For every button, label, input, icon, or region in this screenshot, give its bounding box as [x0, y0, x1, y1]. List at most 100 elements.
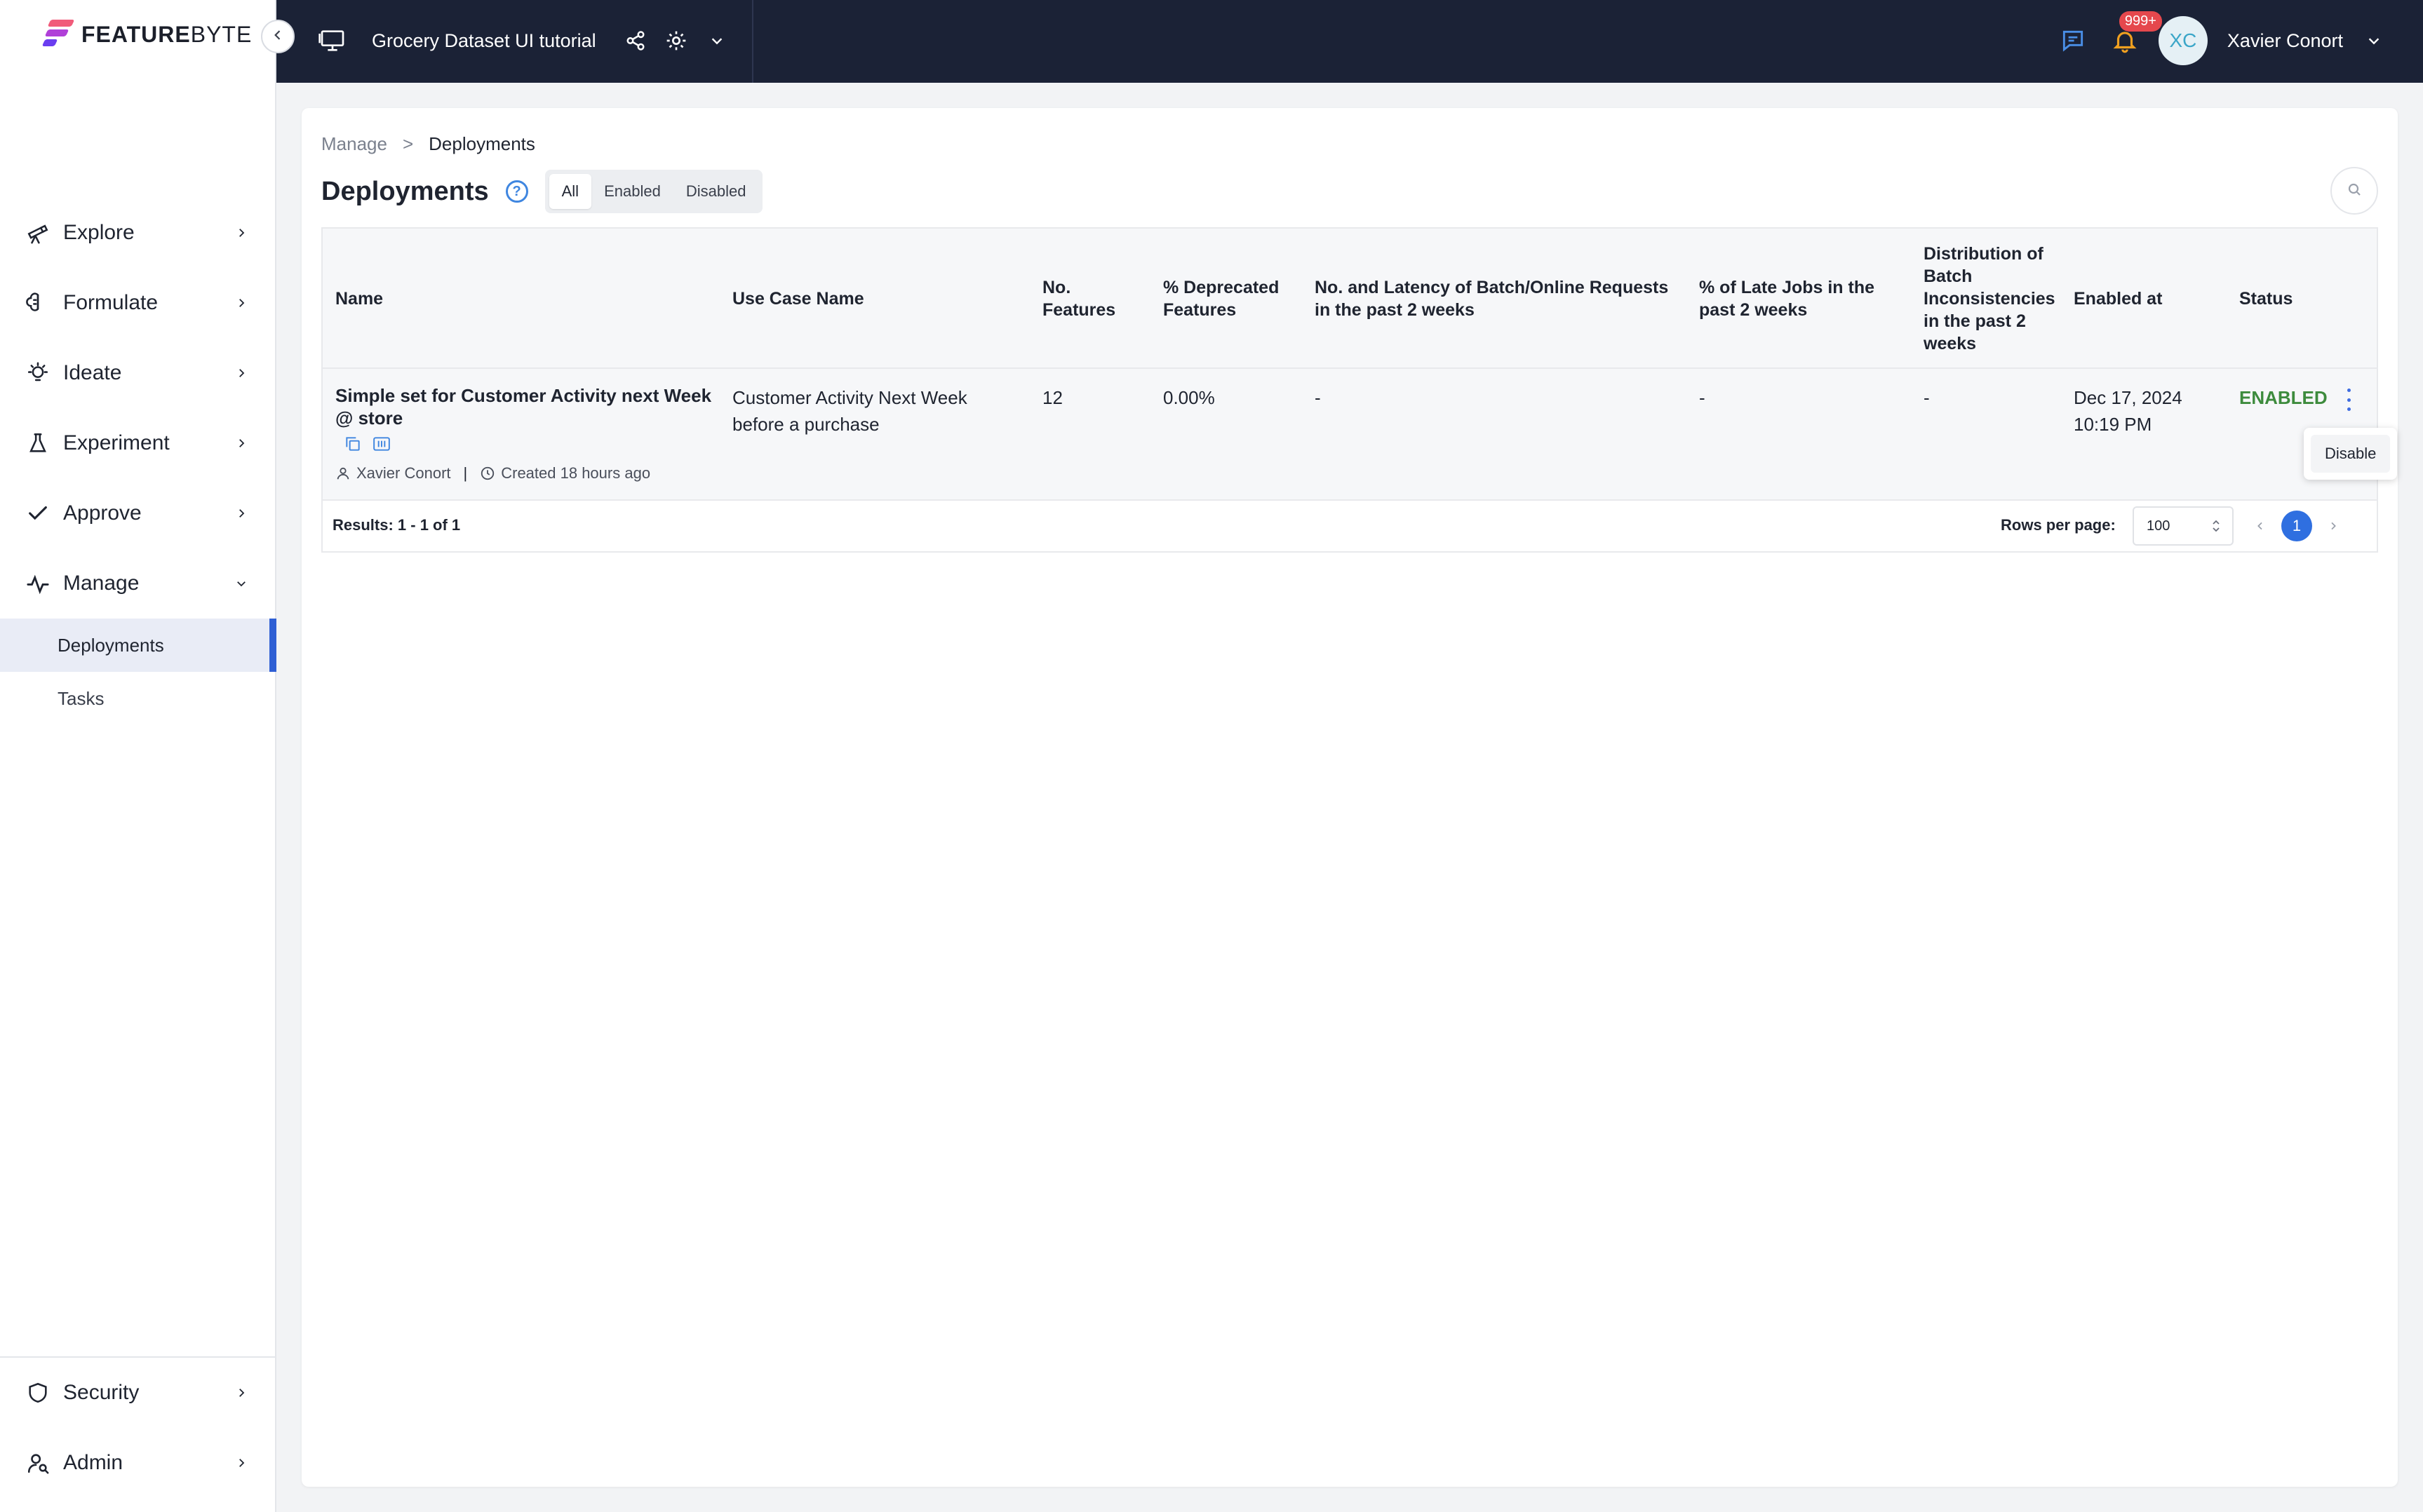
filter-disabled[interactable]: Disabled	[673, 174, 759, 209]
table-row[interactable]: Simple set for Customer Activity next We…	[323, 369, 2398, 499]
sidebar-item-label: Approve	[63, 501, 142, 525]
column-header-name[interactable]: Name	[335, 229, 700, 369]
gear-icon[interactable]	[662, 27, 690, 55]
chevron-right-icon	[233, 365, 250, 382]
owner-icon	[335, 466, 351, 481]
row-actions	[344, 435, 391, 457]
deployments-table: Name Use Case Name No. Features % Deprec…	[321, 227, 2398, 553]
sidebar-item-label: Explore	[63, 221, 135, 244]
sidebar-subitem-tasks[interactable]: Tasks	[0, 672, 276, 725]
lightbulb-icon	[25, 360, 51, 386]
user-name[interactable]: Xavier Conort	[2227, 30, 2343, 52]
chevron-right-icon	[233, 1454, 250, 1471]
sidebar-item-approve[interactable]: Approve	[0, 478, 276, 548]
search-icon	[2346, 181, 2363, 201]
sidebar-item-experiment[interactable]: Experiment	[0, 408, 276, 478]
enabled-time: 10:19 PM	[2074, 414, 2152, 435]
feature-list-icon[interactable]	[372, 435, 391, 457]
copy-icon[interactable]	[344, 435, 362, 457]
status-badge: ENABLED	[2239, 387, 2328, 408]
sidebar-item-explore[interactable]: Explore	[0, 198, 276, 268]
sidebar-item-formulate[interactable]: Formulate	[0, 268, 276, 338]
chevron-down-icon	[233, 575, 250, 592]
shield-icon	[25, 1380, 51, 1405]
featurebyte-logo[interactable]: FEATUREBYTE	[39, 17, 252, 52]
chat-icon[interactable]	[2059, 27, 2087, 55]
sidebar-item-label: Admin	[63, 1451, 123, 1474]
featurebyte-logo-mark	[39, 17, 76, 52]
breadcrumb-manage[interactable]: Manage	[321, 133, 387, 155]
chevron-right-icon	[233, 295, 250, 311]
breadcrumb-separator: >	[402, 133, 414, 154]
enabled-date: Dec 17, 2024	[2074, 387, 2182, 408]
sidebar-item-admin[interactable]: Admin	[0, 1428, 276, 1498]
column-header-use-case[interactable]: Use Case Name	[732, 229, 1013, 369]
chevron-down-icon[interactable]	[2360, 27, 2388, 55]
requests-value: -	[1315, 387, 1321, 408]
help-icon[interactable]: ?	[505, 180, 528, 203]
next-page-icon[interactable]	[2328, 520, 2339, 532]
sidebar-item-security[interactable]: Security	[0, 1358, 276, 1428]
rows-per-page-value: 100	[2147, 518, 2170, 534]
sidebar: FEATUREBYTE Explore Formulate Ideate Exp…	[0, 0, 276, 1512]
topbar-divider	[752, 0, 753, 83]
brain-icon	[25, 290, 51, 316]
table-footer: Results: 1 - 1 of 1 Rows per page: 100 1	[323, 499, 2377, 551]
chevron-right-icon	[233, 1384, 250, 1401]
chevron-right-icon	[233, 224, 250, 241]
column-header-status[interactable]: Status	[2239, 229, 2365, 369]
top-bar: Grocery Dataset UI tutorial 999+ XC Xavi…	[276, 0, 2423, 83]
column-header-inconsistencies[interactable]: Distribution of Batch Inconsistencies in…	[1924, 229, 2071, 369]
avatar[interactable]: XC	[2158, 16, 2208, 65]
row-menu: Disable	[2304, 428, 2398, 480]
user-search-icon	[25, 1450, 51, 1476]
table-header: Name Use Case Name No. Features % Deprec…	[323, 229, 2377, 369]
sidebar-item-ideate[interactable]: Ideate	[0, 338, 276, 408]
filter-all[interactable]: All	[549, 174, 592, 209]
notifications-button[interactable]: 999+	[2111, 11, 2162, 55]
check-icon	[25, 501, 51, 526]
sort-arrows-icon	[2211, 518, 2221, 534]
rows-per-page-select[interactable]: 100	[2133, 506, 2234, 546]
column-header-requests[interactable]: No. and Latency of Batch/Online Requests…	[1315, 229, 1686, 369]
notification-badge: 999+	[2119, 11, 2162, 32]
deployment-name[interactable]: Simple set for Customer Activity next We…	[335, 384, 714, 429]
page-number[interactable]: 1	[2281, 511, 2312, 541]
late-jobs-value: -	[1699, 387, 1705, 408]
main-nav: Explore Formulate Ideate Experiment Appr…	[0, 198, 276, 725]
inconsistencies-value: -	[1924, 387, 1930, 408]
sidebar-item-label: Manage	[63, 572, 140, 595]
meta-divider: |	[463, 464, 468, 482]
disable-menu-item[interactable]: Disable	[2311, 435, 2391, 473]
prev-page-icon[interactable]	[2255, 520, 2266, 532]
sidebar-item-manage[interactable]: Manage	[0, 548, 276, 619]
use-case-name[interactable]: Customer Activity Next Week before a pur…	[732, 384, 1013, 438]
sidebar-item-label: Formulate	[63, 291, 159, 314]
rows-per-page-label: Rows per page:	[2001, 516, 2116, 534]
chevron-left-icon	[271, 28, 285, 46]
title-row: Deployments ? All Enabled Disabled	[321, 167, 763, 216]
user-area: 999+ XC Xavier Conort	[2059, 11, 2388, 67]
chevron-down-icon[interactable]	[703, 27, 731, 55]
row-meta: Xavier Conort | Created 18 hours ago	[335, 464, 650, 482]
share-icon[interactable]	[622, 27, 650, 55]
page-title: Deployments	[321, 176, 489, 206]
telescope-icon	[25, 220, 51, 245]
sidebar-item-label: Security	[63, 1381, 140, 1404]
column-header-num-features[interactable]: No. Features	[1042, 229, 1134, 369]
search-button[interactable]	[2330, 167, 2378, 215]
row-menu-icon[interactable]	[2342, 389, 2356, 411]
project-name[interactable]: Grocery Dataset UI tutorial	[372, 30, 596, 52]
bottom-nav: Security Admin	[0, 1356, 276, 1498]
filter-enabled[interactable]: Enabled	[591, 174, 673, 209]
sidebar-subitem-deployments[interactable]: Deployments	[0, 619, 276, 672]
sidebar-item-label: Ideate	[63, 361, 122, 384]
catalog-monitor-icon	[318, 27, 347, 55]
column-header-late-jobs[interactable]: % of Late Jobs in the past 2 weeks	[1699, 229, 1902, 369]
status-filter: All Enabled Disabled	[544, 170, 763, 213]
column-header-deprecated[interactable]: % Deprecated Features	[1163, 229, 1303, 369]
column-header-enabled-at[interactable]: Enabled at	[2074, 229, 2228, 369]
collapse-sidebar-button[interactable]	[261, 20, 295, 53]
breadcrumb: Manage > Deployments	[321, 133, 535, 155]
pagination: 1	[2255, 511, 2339, 541]
